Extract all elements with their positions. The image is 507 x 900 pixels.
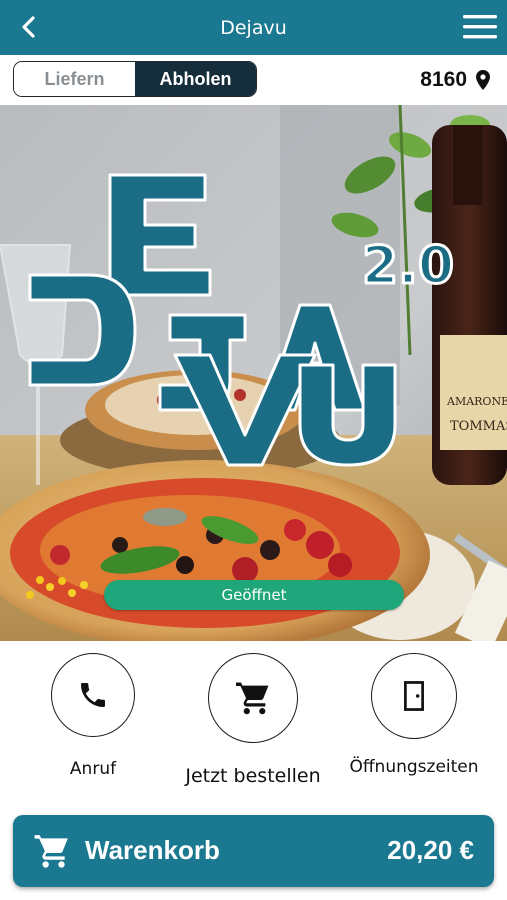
back-button[interactable] (14, 12, 44, 42)
cart-label: Warenkorb (85, 835, 220, 865)
option-abholen[interactable]: Abholen (135, 62, 256, 96)
order-mode-row: Liefern Abholen 8160 (0, 55, 507, 105)
menu-button[interactable] (463, 14, 497, 40)
svg-text:AMARONE: AMARONE (446, 395, 507, 408)
cart-icon (34, 835, 68, 868)
map-pin-icon (476, 70, 490, 90)
restaurant-hero: AMARONE TOMMASI (0, 105, 507, 641)
opening-hours-label: Öffnungszeiten (349, 757, 479, 777)
option-liefern[interactable]: Liefern (14, 62, 135, 96)
door-icon (404, 681, 424, 711)
opening-hours-button[interactable]: Öffnungszeiten (334, 653, 494, 777)
page-title: Dejavu (220, 16, 287, 39)
cart-total: 20,20 € (387, 835, 474, 865)
cart-button[interactable]: Warenkorb 20,20 € (13, 815, 494, 887)
app-header: Dejavu (0, 0, 507, 55)
svg-text:TOMMASI: TOMMASI (450, 419, 507, 434)
call-circle (51, 653, 135, 737)
order-now-label: Jetzt bestellen (185, 765, 321, 787)
cart-icon (236, 682, 269, 715)
order-now-button[interactable]: Jetzt bestellen (173, 653, 333, 787)
call-label: Anruf (69, 759, 117, 779)
open-status-badge: Geöffnet (104, 580, 404, 610)
hours-circle (371, 653, 457, 739)
hamburger-menu-icon (463, 15, 497, 39)
phone-icon (81, 683, 105, 707)
order-mode-toggle: Liefern Abholen (13, 61, 257, 97)
call-button[interactable]: Anruf (13, 653, 173, 779)
location-selector[interactable]: 8160 (420, 65, 491, 95)
hero-photo: AMARONE TOMMASI (0, 105, 507, 641)
chevron-left-icon (22, 16, 35, 38)
svg-text:2.0: 2.0 (362, 236, 454, 296)
postal-code: 8160 (420, 68, 467, 91)
order-circle (208, 653, 298, 743)
